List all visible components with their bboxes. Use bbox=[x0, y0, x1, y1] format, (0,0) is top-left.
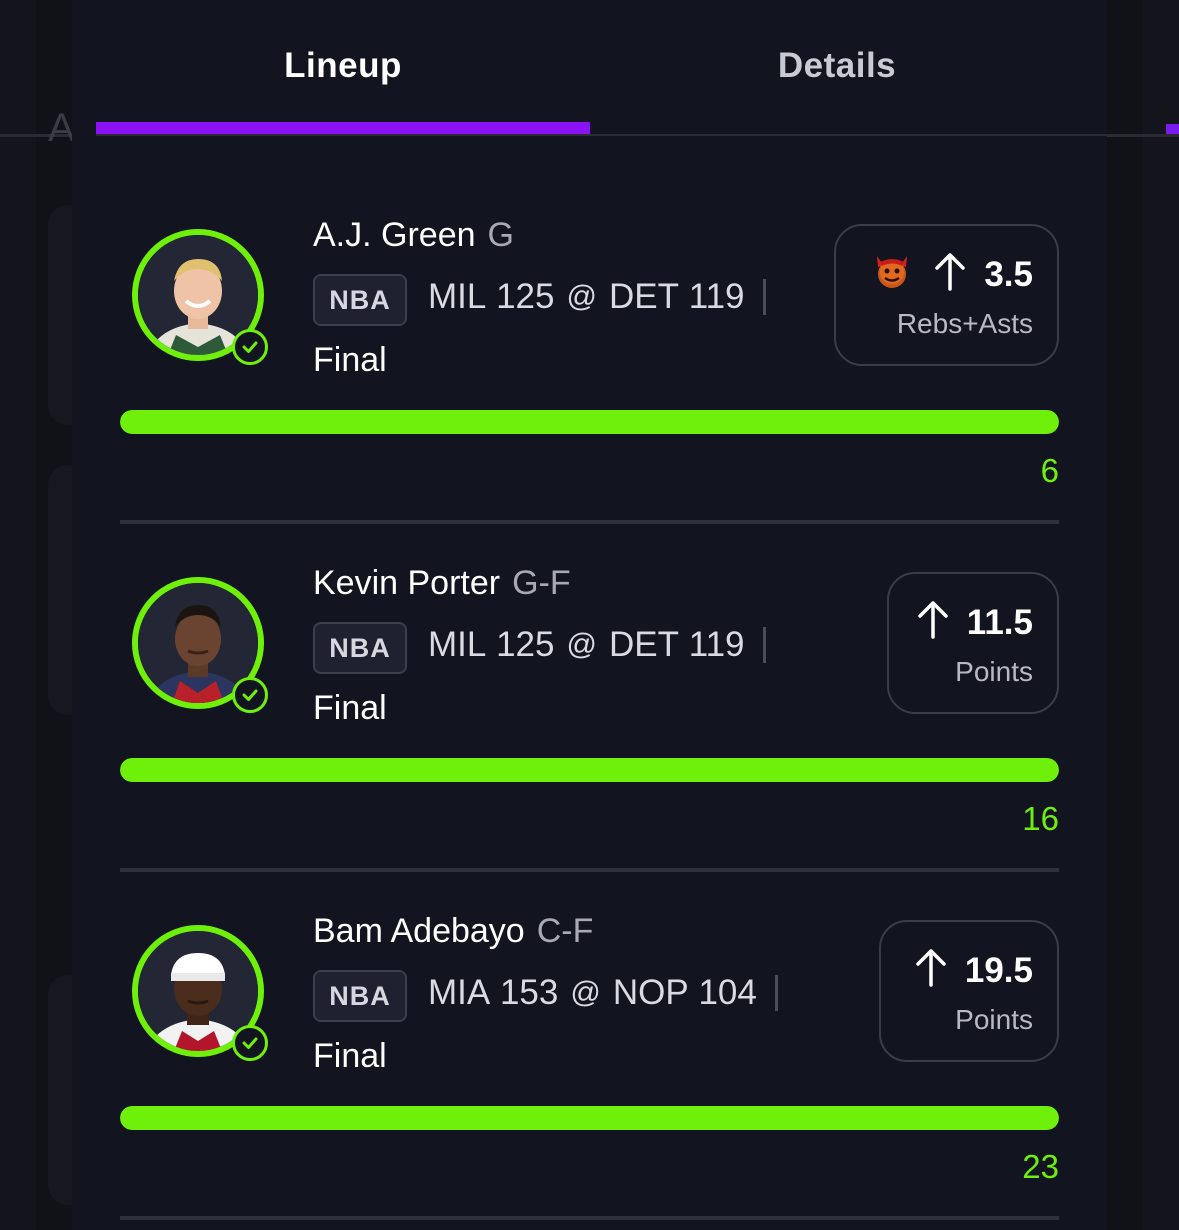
line-value: 19.5 bbox=[964, 951, 1033, 990]
league-badge: NBA bbox=[313, 622, 407, 674]
player-avatar bbox=[132, 577, 268, 713]
background-right-strip bbox=[1143, 0, 1179, 1230]
away-team: MIA bbox=[428, 973, 491, 1012]
player-avatar bbox=[132, 925, 268, 1061]
stat-progress-bar bbox=[120, 758, 1059, 782]
demon-icon bbox=[872, 252, 912, 299]
at-symbol: @ bbox=[570, 976, 601, 1009]
actual-stat-value: 6 bbox=[1040, 452, 1059, 489]
background-partial-text: A bbox=[48, 106, 75, 150]
player-name: Kevin Porter G-F bbox=[313, 564, 571, 603]
projection-line: 11.5 bbox=[917, 599, 1033, 648]
arrow-up-icon bbox=[917, 599, 949, 648]
league-badge: NBA bbox=[313, 274, 407, 326]
at-symbol: @ bbox=[566, 628, 597, 661]
game-status: Final bbox=[313, 689, 387, 727]
stat-progress-fill bbox=[120, 1106, 1059, 1130]
projection-line: 3.5 bbox=[872, 251, 1033, 300]
stat-type: Rebs+Asts bbox=[896, 307, 1033, 339]
game-matchup: MIL 125 @ DET 119 bbox=[428, 625, 766, 665]
matchup-separator bbox=[762, 279, 766, 315]
tab-lineup[interactable]: Lineup bbox=[96, 0, 590, 134]
away-score: 153 bbox=[499, 973, 559, 1012]
actual-stat-value: 23 bbox=[1022, 1148, 1059, 1185]
home-score: 119 bbox=[688, 277, 745, 316]
stat-progress-fill bbox=[120, 758, 1059, 782]
pick-card[interactable]: Bam Adebayo C-F NBA MIA 153 @ NOP 104 Final… bbox=[72, 870, 1107, 1220]
player-name-text: A.J. Green bbox=[313, 216, 476, 254]
matchup-separator bbox=[762, 627, 766, 663]
at-symbol: @ bbox=[566, 280, 597, 313]
background-left-strip bbox=[0, 0, 36, 1230]
stat-progress-bar bbox=[120, 410, 1059, 434]
check-icon bbox=[232, 329, 268, 365]
active-tab-indicator bbox=[96, 122, 590, 134]
line-value: 3.5 bbox=[984, 255, 1033, 294]
game-matchup: MIA 153 @ NOP 104 bbox=[428, 973, 778, 1013]
away-team: MIL bbox=[428, 277, 487, 316]
tab-bar-divider bbox=[96, 134, 1107, 136]
pick-card[interactable]: A.J. Green G NBA MIL 125 @ DET 119 Final bbox=[72, 174, 1107, 524]
home-team: NOP bbox=[612, 973, 689, 1012]
projection-line: 19.5 bbox=[915, 947, 1033, 996]
background-tab-indicator bbox=[1166, 124, 1179, 134]
stat-progress-fill bbox=[120, 410, 1059, 434]
player-name-text: Kevin Porter bbox=[313, 564, 501, 602]
away-score: 125 bbox=[496, 277, 555, 316]
projection-box[interactable]: 11.5 Points bbox=[887, 572, 1059, 714]
stat-type: Points bbox=[955, 1003, 1033, 1035]
arrow-up-icon bbox=[934, 251, 966, 300]
league-badge: NBA bbox=[313, 970, 407, 1022]
player-name: A.J. Green G bbox=[313, 216, 514, 255]
actual-stat-value: 16 bbox=[1022, 800, 1059, 837]
pick-divider bbox=[120, 1216, 1059, 1220]
lineup-sheet: Lineup Details A.J. Green G NBA MIL 125 … bbox=[72, 0, 1107, 1230]
home-score: 119 bbox=[688, 625, 745, 664]
projection-box[interactable]: 19.5 Points bbox=[879, 920, 1059, 1062]
player-avatar bbox=[132, 229, 268, 365]
game-status: Final bbox=[313, 341, 387, 379]
arrow-up-icon bbox=[915, 947, 947, 996]
away-team: MIL bbox=[428, 625, 487, 664]
game-status: Final bbox=[313, 1037, 387, 1075]
player-name: Bam Adebayo C-F bbox=[313, 912, 593, 951]
tab-bar: Lineup Details bbox=[72, 0, 1107, 136]
home-score: 104 bbox=[698, 973, 757, 1012]
pick-card[interactable]: Kevin Porter G-F NBA MIL 125 @ DET 119 Fina… bbox=[72, 522, 1107, 872]
stat-progress-bar bbox=[120, 1106, 1059, 1130]
player-name-text: Bam Adebayo bbox=[313, 912, 525, 950]
check-icon bbox=[232, 677, 268, 713]
matchup-separator bbox=[774, 975, 778, 1011]
stat-type: Points bbox=[955, 655, 1033, 687]
home-team: DET bbox=[608, 277, 679, 316]
line-value: 11.5 bbox=[966, 603, 1033, 642]
away-score: 125 bbox=[496, 625, 555, 664]
player-position: G-F bbox=[512, 564, 571, 602]
tab-details[interactable]: Details bbox=[590, 0, 1084, 134]
game-matchup: MIL 125 @ DET 119 bbox=[428, 277, 766, 317]
projection-box[interactable]: 3.5 Rebs+Asts bbox=[834, 224, 1059, 366]
player-position: C-F bbox=[536, 912, 594, 950]
home-team: DET bbox=[608, 625, 679, 664]
check-icon bbox=[232, 1025, 268, 1061]
player-position: G bbox=[487, 216, 514, 254]
